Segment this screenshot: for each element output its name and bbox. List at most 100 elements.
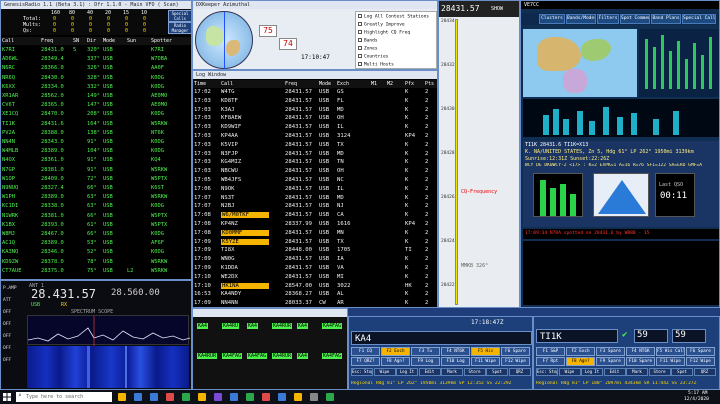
cluster-row[interactable]: K6XX 28334.0 332° USB K0DG xyxy=(1,83,191,92)
cluster-row[interactable]: NN4N 28343.0 91° USB K0DG xyxy=(1,138,191,147)
ticker-call[interactable]: KA4RUR xyxy=(197,353,218,359)
log-row[interactable]: 17:02 W4TG 28431.57 USB GS K 2 xyxy=(193,88,437,97)
log-row[interactable]: 17:03 KD9WIF 28431.57 USB IL K 2 xyxy=(193,123,437,132)
column-header[interactable]: M1 xyxy=(371,81,377,87)
option-checkbox[interactable]: Bands xyxy=(358,38,378,44)
cluster-row[interactable]: XE1CQ 28470.0 208° USB K0DG xyxy=(1,110,191,119)
macro-bottom-button[interactable]: Spot xyxy=(671,368,693,376)
macro-bottom-button[interactable]: Edit xyxy=(418,368,441,376)
log-row[interactable]: 17:08 W6/M0TKF 28431.57 USB CA K 2 xyxy=(193,211,437,220)
macro-bottom-button[interactable]: Mark xyxy=(441,368,463,376)
macro-button[interactable]: F4 NT6K xyxy=(441,347,470,356)
column-header[interactable]: Spotter xyxy=(151,38,172,44)
log-row[interactable]: 17:03 K5VIP 28431.57 USB TX K 2 xyxy=(193,141,437,150)
start-button[interactable] xyxy=(2,392,12,402)
log-icon[interactable] xyxy=(182,393,190,401)
map-icon[interactable] xyxy=(230,393,238,401)
macro-button[interactable]: F7 Rpt xyxy=(536,357,565,366)
log-row[interactable]: 17:10 WE2DX 28431.57 USB MI K 2 xyxy=(193,273,437,282)
freq-b-display[interactable]: 28.560.00 xyxy=(111,288,160,298)
cluster-row[interactable]: KA3NQ 28346.0 52° USB K0DG xyxy=(1,248,191,257)
cluster-row[interactable]: KD9ZW 28378.0 78° USB W5RKW xyxy=(1,258,191,267)
column-header[interactable]: Exch xyxy=(337,81,349,87)
macro-button[interactable]: F4 NT6K xyxy=(626,347,655,356)
cluster-row[interactable]: CV6T 28365.0 147° USB AE0MO xyxy=(1,101,191,110)
column-header[interactable]: Freq xyxy=(285,81,297,87)
option-checkbox[interactable]: Zones xyxy=(358,46,378,52)
cluster-row[interactable]: N9NUQ 28327.4 66° USB K6ST xyxy=(1,184,191,193)
log-row[interactable]: 17:07 NS3T 28431.57 USB MD K 2 xyxy=(193,194,437,203)
ticker-call[interactable]: KA4FAG xyxy=(222,353,243,359)
column-header[interactable]: Mode xyxy=(319,81,331,87)
radio-side-label[interactable]: OFF xyxy=(3,358,11,363)
radio-side-label[interactable]: OFF xyxy=(3,322,11,327)
tab-bands-modes[interactable]: Bands/Modes xyxy=(566,14,596,24)
ticker-call[interactable]: KA4FAG xyxy=(322,353,343,359)
column-header[interactable]: Time xyxy=(194,81,206,87)
radio-manager-button[interactable]: Radio Manager xyxy=(168,22,191,34)
ticker-call[interactable]: KA4RUR xyxy=(272,323,293,329)
macro-bottom-button[interactable]: Spot xyxy=(486,368,508,376)
input-a[interactable]: 75 xyxy=(259,25,277,37)
ticker-call[interactable]: KA4FAG xyxy=(247,353,268,359)
column-header[interactable]: SN xyxy=(73,38,79,44)
log-row[interactable]: 17:09 NN4NN 28033.37 CW AR K 2 xyxy=(193,299,437,307)
log-row[interactable]: 17:05 WB4JFS 28431.57 USB NC K 2 xyxy=(193,176,437,185)
column-header[interactable]: Freq xyxy=(41,38,53,44)
folder-icon[interactable] xyxy=(118,393,126,401)
log-row[interactable]: 17:03 KG4MIZ 28431.57 USB TN K 2 xyxy=(193,158,437,167)
tab-band-plans[interactable]: Band Plans xyxy=(651,14,681,24)
rst-b[interactable]: 59 xyxy=(672,329,706,343)
option-checkbox[interactable]: Log All Contest Stations xyxy=(358,14,429,20)
tab-clusters[interactable]: Clusters xyxy=(539,14,565,24)
ticker-call[interactable]: KA4RU xyxy=(222,323,240,329)
option-checkbox[interactable]: Countries xyxy=(358,54,388,60)
macro-button[interactable]: F5 His Call xyxy=(656,347,685,356)
option-checkbox[interactable]: Greatly Improve xyxy=(358,22,405,28)
macro-bottom-button[interactable]: QRZ xyxy=(508,368,531,376)
tab-spot-comment[interactable]: Spot Comment xyxy=(620,14,650,24)
cluster-row[interactable]: AC1Q 28389.0 53° USB AF6F xyxy=(1,239,191,248)
macro-button[interactable]: F5 His xyxy=(471,347,500,356)
column-header[interactable]: Call xyxy=(2,38,14,44)
macro-bottom-button[interactable]: Log It xyxy=(396,368,418,376)
log-row[interactable]: 17:03 KF8AEW 28431.57 USB OH K 2 xyxy=(193,114,437,123)
log-row[interactable]: 16:53 KA4NDY 28368.27 USB AL K 2 xyxy=(193,290,437,299)
rst-a[interactable]: 59 xyxy=(634,329,668,343)
cluster-row[interactable]: CT7AUE 28375.0 75° USB L2 W5RKW xyxy=(1,267,191,276)
cluster-row[interactable]: N1WRK 28381.0 66° USB W5PTX xyxy=(1,212,191,221)
input-b[interactable]: 74 xyxy=(279,38,297,50)
column-header[interactable]: Pts xyxy=(425,81,434,87)
log-row[interactable]: 17:08 KD0MMF 28431.57 USB MN K 2 xyxy=(193,229,437,238)
macro-button[interactable]: F3 Tu xyxy=(411,347,440,356)
cluster-row[interactable]: W1OP 28409.0 72° USB W5PTX xyxy=(1,175,191,184)
browser-icon[interactable] xyxy=(134,393,142,401)
column-header[interactable]: M2 xyxy=(387,81,393,87)
contest-icon[interactable] xyxy=(246,393,254,401)
macro-left-call[interactable]: KA4 xyxy=(355,334,371,344)
log-row[interactable]: 17:09 WN0G 28431.57 USB IA K 2 xyxy=(193,255,437,264)
macro-bottom-button[interactable]: Edit xyxy=(603,368,626,376)
radio-side-label[interactable]: OFF xyxy=(3,334,11,339)
log-row[interactable]: 17:03 N3FJP 28431.57 USB MD K 2 xyxy=(193,150,437,159)
tab-special-calls[interactable]: Special Calls xyxy=(682,14,716,24)
macro-button[interactable]: F7 QRZ? xyxy=(351,357,380,366)
radio-side-label[interactable]: OFF xyxy=(3,346,11,351)
ticker-call[interactable]: KA4 xyxy=(297,353,309,359)
macro-button[interactable]: F3 Spare xyxy=(596,347,625,356)
cluster-icon[interactable] xyxy=(214,393,222,401)
macro-button[interactable]: F12 Wipe xyxy=(686,357,715,366)
macro-button[interactable]: F2 Exch xyxy=(381,347,410,356)
cluster-row[interactable]: N7GP 28381.0 91° USB W5RKW xyxy=(1,166,191,175)
search-box[interactable]: ⌕ Type here to search xyxy=(16,392,112,402)
macro-bottom-button[interactable]: Store xyxy=(648,368,671,376)
macro-bottom-button[interactable]: Mark xyxy=(626,368,648,376)
column-header[interactable]: Mode xyxy=(103,38,115,44)
cluster-row[interactable]: AD6WL 28349.4 337° USB W7DBA xyxy=(1,55,191,64)
cluster-row[interactable]: K1BX 28393.0 61° USB W5PTX xyxy=(1,221,191,230)
macro-bottom-button[interactable]: Wipe xyxy=(558,368,581,376)
ticker-call[interactable]: KA4RUR xyxy=(272,353,293,359)
cluster-row[interactable]: N4OX 28361.0 91° USB KQ4 xyxy=(1,156,191,165)
cluster-row[interactable]: PV2A 28388.0 138° USB NT6K xyxy=(1,129,191,138)
mail-icon[interactable] xyxy=(150,393,158,401)
